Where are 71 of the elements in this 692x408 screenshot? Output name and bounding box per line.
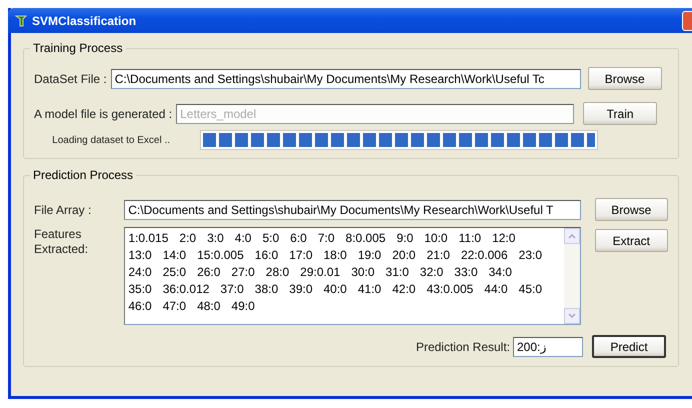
feature-value: 16:0 (254, 247, 278, 263)
feature-value: 47:0 (162, 298, 186, 314)
feature-value: 29:0.01 (300, 264, 340, 280)
feature-value: 10:0 (424, 230, 448, 246)
feature-value: 18:0 (324, 247, 347, 263)
feature-value: 11:0 (458, 230, 482, 246)
feature-value: 41:0 (358, 281, 382, 297)
feature-value: 39:0 (289, 281, 312, 297)
feature-value: 2:0 (179, 230, 196, 246)
feature-value: 45:0 (518, 281, 542, 297)
feature-value: 42:0 (392, 281, 416, 297)
scrollbar[interactable] (564, 228, 580, 324)
progress-label: Loading dataset to Excel .. (51, 134, 170, 146)
field-label: A model file is generated : (34, 106, 172, 120)
feature-value: 24:0 (128, 264, 152, 280)
browse-button[interactable]: Browse (588, 67, 662, 90)
group-title: Prediction Process (30, 168, 136, 182)
feature-value: 13:0 (128, 247, 152, 263)
feature-value: 22:0.006 (460, 247, 508, 263)
extract-button[interactable]: Extract (594, 229, 668, 252)
feature-value: 3:0 (207, 230, 224, 246)
feature-value: 46:0 (128, 298, 152, 314)
feature-value: 35:0 (128, 281, 152, 297)
field-label: Features Extracted: (34, 227, 90, 257)
feature-value: 14:0 (162, 247, 186, 263)
feature-value: 34:0 (488, 264, 512, 280)
file-array-field[interactable]: C:\Documents and Settings\shubair\My Documents\My Research\Work\Useful T (124, 200, 581, 220)
feature-value: 26:0 (197, 264, 220, 280)
feature-value: 36:0.012 (162, 281, 210, 297)
feature-value: 1:0.015 (128, 230, 168, 246)
feature-value: 19:0 (358, 247, 382, 263)
feature-value: 31:0 (386, 264, 409, 280)
feature-value: 28:0 (266, 264, 290, 280)
prediction-result-field[interactable]: 200:ز (513, 336, 583, 356)
feature-value: 32:0 (420, 264, 444, 280)
field-label: File Array : (34, 202, 92, 216)
window-title: SVMClassification (32, 14, 136, 28)
feature-value: 49:0 (231, 298, 255, 314)
scroll-up-icon[interactable] (564, 228, 580, 244)
feature-value: 12:0 (492, 230, 516, 246)
feature-value: 23:0 (518, 247, 542, 263)
field-label: Prediction Result: (416, 340, 510, 354)
group-title: Training Process (30, 41, 126, 55)
features-text-area[interactable] (124, 227, 581, 325)
train-button[interactable]: Train (583, 102, 658, 125)
feature-value: 4:0 (234, 230, 252, 246)
feature-value: 9:0 (396, 230, 414, 246)
browse-button[interactable]: Browse (594, 198, 668, 221)
dataset-file-field[interactable]: C:\Documents and Settings\shubair\My Documents\My Research\Work\Useful Tc (110, 68, 581, 88)
feature-value: 25:0 (162, 264, 186, 280)
feature-value: 21:0 (426, 247, 450, 263)
feature-value: 38:0 (254, 281, 278, 297)
predict-button[interactable]: Predict (592, 335, 666, 358)
app-icon (14, 14, 28, 28)
feature-value: 37:0 (220, 281, 244, 297)
feature-value: 15:0.005 (197, 247, 244, 263)
feature-value: 48:0 (197, 298, 220, 314)
feature-value: 17:0 (289, 247, 312, 263)
feature-value: 40:0 (324, 281, 347, 297)
field-label: DataSet File : (34, 72, 107, 86)
feature-value: 44:0 (484, 281, 508, 297)
feature-value: 6:0 (290, 230, 307, 246)
feature-value: 5:0 (262, 230, 280, 246)
feature-value: 20:0 (392, 247, 416, 263)
scroll-down-icon[interactable] (564, 308, 580, 324)
feature-value: 33:0 (454, 264, 478, 280)
feature-value: 7:0 (318, 230, 335, 246)
feature-value: 43:0.005 (426, 281, 474, 297)
feature-value: 27:0 (231, 264, 255, 280)
feature-value: 30:0 (351, 264, 375, 280)
feature-value: 8:0.005 (346, 230, 386, 246)
